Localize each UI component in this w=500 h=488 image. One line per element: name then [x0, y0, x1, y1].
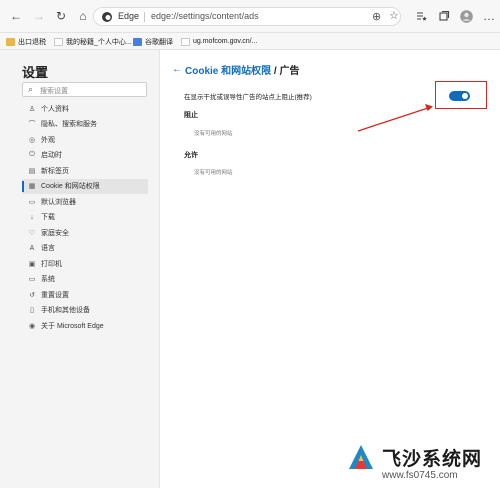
- site-name: Edge: [118, 11, 140, 21]
- back-arrow-icon[interactable]: ←: [172, 64, 182, 75]
- address-bar[interactable]: Edge edge://settings/content/ads ⊕ ☆: [93, 7, 401, 26]
- nav-label: 个人资料: [41, 105, 69, 113]
- nav-label: 关于 Microsoft Edge: [41, 322, 104, 330]
- page-icon: [133, 37, 142, 46]
- nav-label: 外观: [41, 136, 55, 144]
- lock-icon: ⌒: [28, 121, 36, 129]
- page-icon: [181, 37, 190, 46]
- watermark-name: 飞沙系统网: [382, 449, 483, 470]
- bookmark-item[interactable]: 我的秘籍_个人中心...: [54, 36, 132, 47]
- nav-label: 系统: [41, 276, 55, 284]
- block-ads-toggle[interactable]: [449, 91, 470, 101]
- nav-item-about[interactable]: ◉ 关于 Microsoft Edge: [22, 318, 148, 334]
- power-icon: ⏻: [29, 151, 35, 159]
- nav-label: 下载: [41, 214, 55, 222]
- watermark-logo-icon: [349, 445, 373, 469]
- bookmark-item[interactable]: 谷歌翻译: [133, 36, 173, 47]
- nav-item-new-tab[interactable]: ▤ 新标签页: [22, 163, 148, 179]
- nav-item-cookies[interactable]: ▦ Cookie 和网站权限: [22, 178, 148, 194]
- browser-toolbar: ← → ↻ ⌂ Edge edge://settings/content/ads…: [0, 0, 500, 33]
- settings-title: 设置: [22, 65, 49, 80]
- nav-item-family[interactable]: ♡ 家庭安全: [22, 225, 148, 241]
- nav-label: 启动时: [41, 152, 62, 160]
- star-icon[interactable]: ☆: [389, 9, 399, 22]
- toggle-knob: [462, 93, 468, 99]
- breadcrumb-current: 广告: [279, 66, 300, 77]
- favorites-list-icon[interactable]: [413, 8, 429, 24]
- nav-label: 默认浏览器: [41, 198, 76, 206]
- nav-item-default-browser[interactable]: ▭ 默认浏览器: [22, 194, 148, 210]
- nav-item-languages[interactable]: A 语言: [22, 241, 148, 257]
- block-section-title: 阻止: [184, 112, 198, 119]
- refresh-icon[interactable]: ↻: [53, 8, 69, 24]
- nav-label: 语言: [41, 245, 55, 253]
- person-icon: ♙: [28, 105, 36, 113]
- home-icon[interactable]: ⌂: [75, 8, 91, 24]
- breadcrumb: Cookie 和网站权限 / 广告: [185, 62, 299, 77]
- block-empty-text: 没有可用的网站: [194, 131, 233, 137]
- cookie-icon: ▦: [28, 183, 36, 191]
- collections-icon[interactable]: [436, 8, 452, 24]
- settings-nav: ♙ 个人资料 ⌒ 隐私、搜索和服务 ◎ 外观 ⏻ 启动时 ▤ 新标签页 ▦ Cookie 和…: [22, 101, 148, 334]
- family-icon: ♡: [28, 229, 36, 237]
- language-icon: A: [29, 244, 35, 252]
- search-placeholder: 搜索设置: [40, 88, 68, 95]
- settings-search-box[interactable]: ⌕ 搜索设置: [22, 82, 147, 97]
- watermark-domain: www.fs0745.com: [382, 470, 458, 481]
- nav-item-system[interactable]: ▭ 系统: [22, 272, 148, 288]
- nav-label: 隐私、搜索和服务: [41, 121, 97, 129]
- nav-item-appearance[interactable]: ◎ 外观: [22, 132, 148, 148]
- bookmark-label: 出口退税: [18, 38, 46, 46]
- phone-icon: ▯: [30, 307, 34, 315]
- annotation-highlight-box: [435, 81, 487, 109]
- bookmark-label: ug.mofcom.gov.cn/...: [193, 38, 258, 45]
- url-text[interactable]: edge://settings/content/ads: [151, 11, 259, 21]
- printer-icon: ▣: [28, 260, 36, 268]
- breadcrumb-parent[interactable]: Cookie 和网站权限: [185, 66, 271, 77]
- settings-content: ← Cookie 和网站权限 / 广告 在显示干扰或误导性广告的站点上阻止(推荐…: [160, 50, 500, 488]
- favorites-bar: 出口退税 我的秘籍_个人中心... 谷歌翻译 ug.mofcom.gov.cn/…: [0, 33, 500, 50]
- edge-logo-icon: [102, 12, 112, 22]
- nav-label: 新标签页: [41, 167, 69, 175]
- nav-label: 重置设置: [41, 291, 69, 299]
- nav-item-reset[interactable]: ↺ 重置设置: [22, 287, 148, 303]
- nav-label: Cookie 和网站权限: [41, 183, 100, 191]
- browser-icon: ▭: [28, 198, 36, 206]
- address-separator: [144, 12, 145, 22]
- folder-icon: [6, 37, 15, 46]
- allow-section-title: 允许: [184, 152, 198, 159]
- nav-item-startup[interactable]: ⏻ 启动时: [22, 148, 148, 164]
- nav-label: 家庭安全: [41, 229, 69, 237]
- nav-item-profile[interactable]: ♙ 个人资料: [22, 101, 148, 117]
- nav-item-downloads[interactable]: ↓ 下载: [22, 210, 148, 226]
- bookmark-label: 我的秘籍_个人中心...: [66, 38, 132, 46]
- settings-sidebar: 设置 ⌕ 搜索设置 ♙ 个人资料 ⌒ 隐私、搜索和服务 ◎ 外观 ⏻ 启动时 ▤ 新标签页…: [0, 50, 160, 488]
- nav-item-printers[interactable]: ▣ 打印机: [22, 256, 148, 272]
- watermark: 飞沙系统网 www.fs0745.com: [344, 440, 500, 486]
- nav-label: 手机和其他设备: [41, 307, 90, 315]
- more-icon[interactable]: …: [481, 8, 497, 24]
- computer-icon: ▭: [28, 276, 36, 284]
- bookmark-label: 谷歌翻译: [145, 38, 173, 46]
- nav-label: 打印机: [41, 260, 62, 268]
- tab-icon: ▤: [28, 167, 36, 175]
- download-icon: ↓: [30, 213, 34, 221]
- nav-item-phone[interactable]: ▯ 手机和其他设备: [22, 303, 148, 319]
- bookmark-item[interactable]: 出口退税: [6, 36, 46, 47]
- edge-icon: ◉: [28, 322, 36, 330]
- palette-icon: ◎: [28, 136, 36, 144]
- zoom-in-icon[interactable]: ⊕: [372, 10, 381, 23]
- bookmark-item[interactable]: ug.mofcom.gov.cn/...: [181, 36, 257, 47]
- block-ads-setting-label: 在显示干扰或误导性广告的站点上阻止(推荐): [184, 94, 312, 101]
- page-icon: [54, 37, 63, 46]
- nav-item-privacy[interactable]: ⌒ 隐私、搜索和服务: [22, 117, 148, 133]
- back-arrow-icon[interactable]: ←: [8, 8, 24, 24]
- forward-arrow-icon[interactable]: →: [31, 8, 47, 24]
- profile-icon[interactable]: [458, 8, 474, 24]
- search-icon: ⌕: [28, 84, 34, 94]
- allow-empty-text: 没有可用的网站: [194, 170, 233, 176]
- reset-icon: ↺: [29, 291, 35, 299]
